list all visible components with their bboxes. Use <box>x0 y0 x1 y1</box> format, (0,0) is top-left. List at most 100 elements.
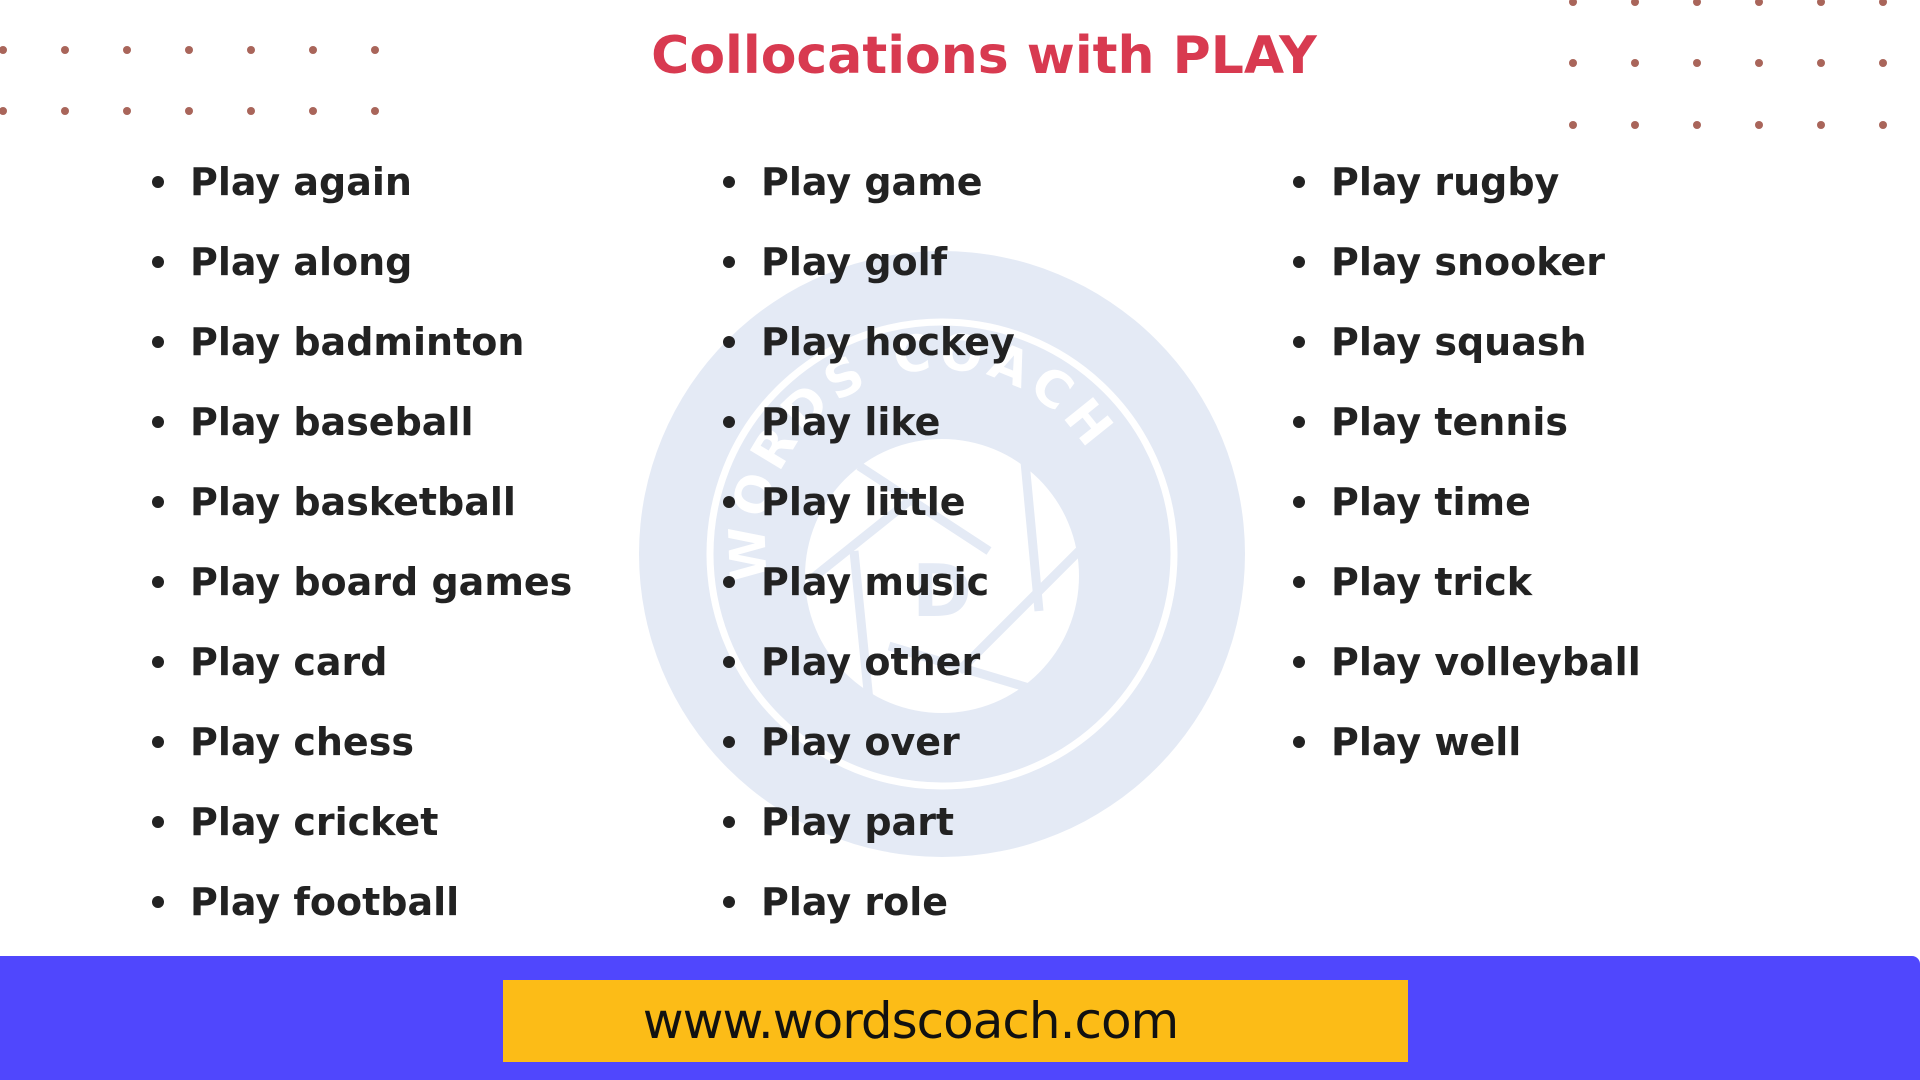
list-item-label: Play card <box>190 640 388 684</box>
list-item: Play snooker <box>1293 230 1641 310</box>
list-item-label: Play along <box>190 240 413 284</box>
decorative-dot <box>1755 121 1763 129</box>
list-item: Play rugby <box>1293 150 1641 230</box>
bullet-icon <box>1293 176 1305 188</box>
list-item: Play baseball <box>152 390 572 470</box>
list-item-label: Play game <box>761 160 983 204</box>
list-item-label: Play golf <box>761 240 948 284</box>
list-item: Play golf <box>723 230 1015 310</box>
list-item-label: Play over <box>761 720 960 764</box>
list-item: Play hockey <box>723 310 1015 390</box>
list-item: Play again <box>152 150 572 230</box>
website-url-box: www.wordscoach.com <box>503 980 1408 1062</box>
page-title: Collocations with PLAY <box>651 26 1317 86</box>
decorative-dot <box>1879 0 1887 6</box>
list-item: Play other <box>723 630 1015 710</box>
bullet-icon <box>723 256 735 268</box>
bullet-icon <box>152 816 164 828</box>
list-item-label: Play board games <box>190 560 573 604</box>
website-url[interactable]: www.wordscoach.com <box>503 980 1408 1062</box>
list-item-label: Play like <box>761 400 941 444</box>
decorative-dot <box>1693 121 1701 129</box>
bullet-icon <box>723 176 735 188</box>
decorative-dot <box>185 107 193 115</box>
list-item-label: Play little <box>761 480 966 524</box>
bullet-icon <box>723 656 735 668</box>
bullet-icon <box>152 416 164 428</box>
collocation-column-3: Play rugby Play snooker Play squash Play te… <box>1293 150 1641 790</box>
bullet-icon <box>152 896 164 908</box>
list-item-label: Play tennis <box>1331 400 1569 444</box>
list-item: Play well <box>1293 710 1641 790</box>
list-item: Play basketball <box>152 470 572 550</box>
bullet-icon <box>152 736 164 748</box>
list-item-label: Play trick <box>1331 560 1533 604</box>
list-item-label: Play music <box>761 560 990 604</box>
list-item: Play music <box>723 550 1015 630</box>
bullet-icon <box>1293 416 1305 428</box>
list-item: Play game <box>723 150 1015 230</box>
decorative-dot <box>1569 121 1577 129</box>
bullet-icon <box>723 576 735 588</box>
list-item-label: Play hockey <box>761 320 1015 364</box>
decorative-dot <box>61 107 69 115</box>
list-item: Play squash <box>1293 310 1641 390</box>
list-item-label: Play badminton <box>190 320 525 364</box>
list-item: Play part <box>723 790 1015 870</box>
list-item-label: Play basketball <box>190 480 516 524</box>
list-item-label: Play role <box>761 880 948 924</box>
list-item: Play chess <box>152 710 572 790</box>
decorative-dot <box>123 107 131 115</box>
list-item: Play volleyball <box>1293 630 1641 710</box>
bullet-icon <box>152 656 164 668</box>
list-item: Play time <box>1293 470 1641 550</box>
list-item: Play over <box>723 710 1015 790</box>
bullet-icon <box>152 256 164 268</box>
decorative-dot <box>1755 0 1763 6</box>
decorative-dot <box>1879 121 1887 129</box>
bullet-icon <box>1293 736 1305 748</box>
decorative-dot <box>247 107 255 115</box>
decorative-dot <box>1631 0 1639 6</box>
bullet-icon <box>152 496 164 508</box>
bullet-icon <box>723 336 735 348</box>
bullet-icon <box>723 896 735 908</box>
decorative-dot <box>371 107 379 115</box>
list-item-label: Play again <box>190 160 412 204</box>
collocation-column-1: Play again Play along Play badminton Play b… <box>152 150 572 950</box>
list-item-label: Play other <box>761 640 981 684</box>
decorative-dot <box>1817 0 1825 6</box>
bullet-icon <box>723 496 735 508</box>
decorative-dot <box>1817 121 1825 129</box>
list-item: Play football <box>152 870 572 950</box>
decorative-dot <box>1631 121 1639 129</box>
list-item-label: Play baseball <box>190 400 474 444</box>
list-item-label: Play snooker <box>1331 240 1605 284</box>
bullet-icon <box>1293 336 1305 348</box>
list-item-label: Play chess <box>190 720 414 764</box>
decorative-dot <box>0 107 7 115</box>
list-item: Play board games <box>152 550 572 630</box>
bullet-icon <box>723 816 735 828</box>
bullet-icon <box>152 576 164 588</box>
list-item-label: Play rugby <box>1331 160 1560 204</box>
list-item: Play along <box>152 230 572 310</box>
bullet-icon <box>1293 656 1305 668</box>
bullet-icon <box>152 176 164 188</box>
list-item: Play role <box>723 870 1015 950</box>
bullet-icon <box>723 416 735 428</box>
list-item-label: Play time <box>1331 480 1531 524</box>
list-item-label: Play cricket <box>190 800 439 844</box>
bullet-icon <box>723 736 735 748</box>
bullet-icon <box>1293 256 1305 268</box>
list-item: Play badminton <box>152 310 572 390</box>
decorative-dot <box>309 107 317 115</box>
collocation-column-2: Play game Play golf Play hockey Play like Pl… <box>723 150 1015 950</box>
list-item-label: Play squash <box>1331 320 1587 364</box>
decorative-dot <box>1569 0 1577 6</box>
list-item: Play card <box>152 630 572 710</box>
list-item: Play trick <box>1293 550 1641 630</box>
list-item: Play tennis <box>1293 390 1641 470</box>
list-item-label: Play well <box>1331 720 1522 764</box>
decorative-dot <box>1693 0 1701 6</box>
